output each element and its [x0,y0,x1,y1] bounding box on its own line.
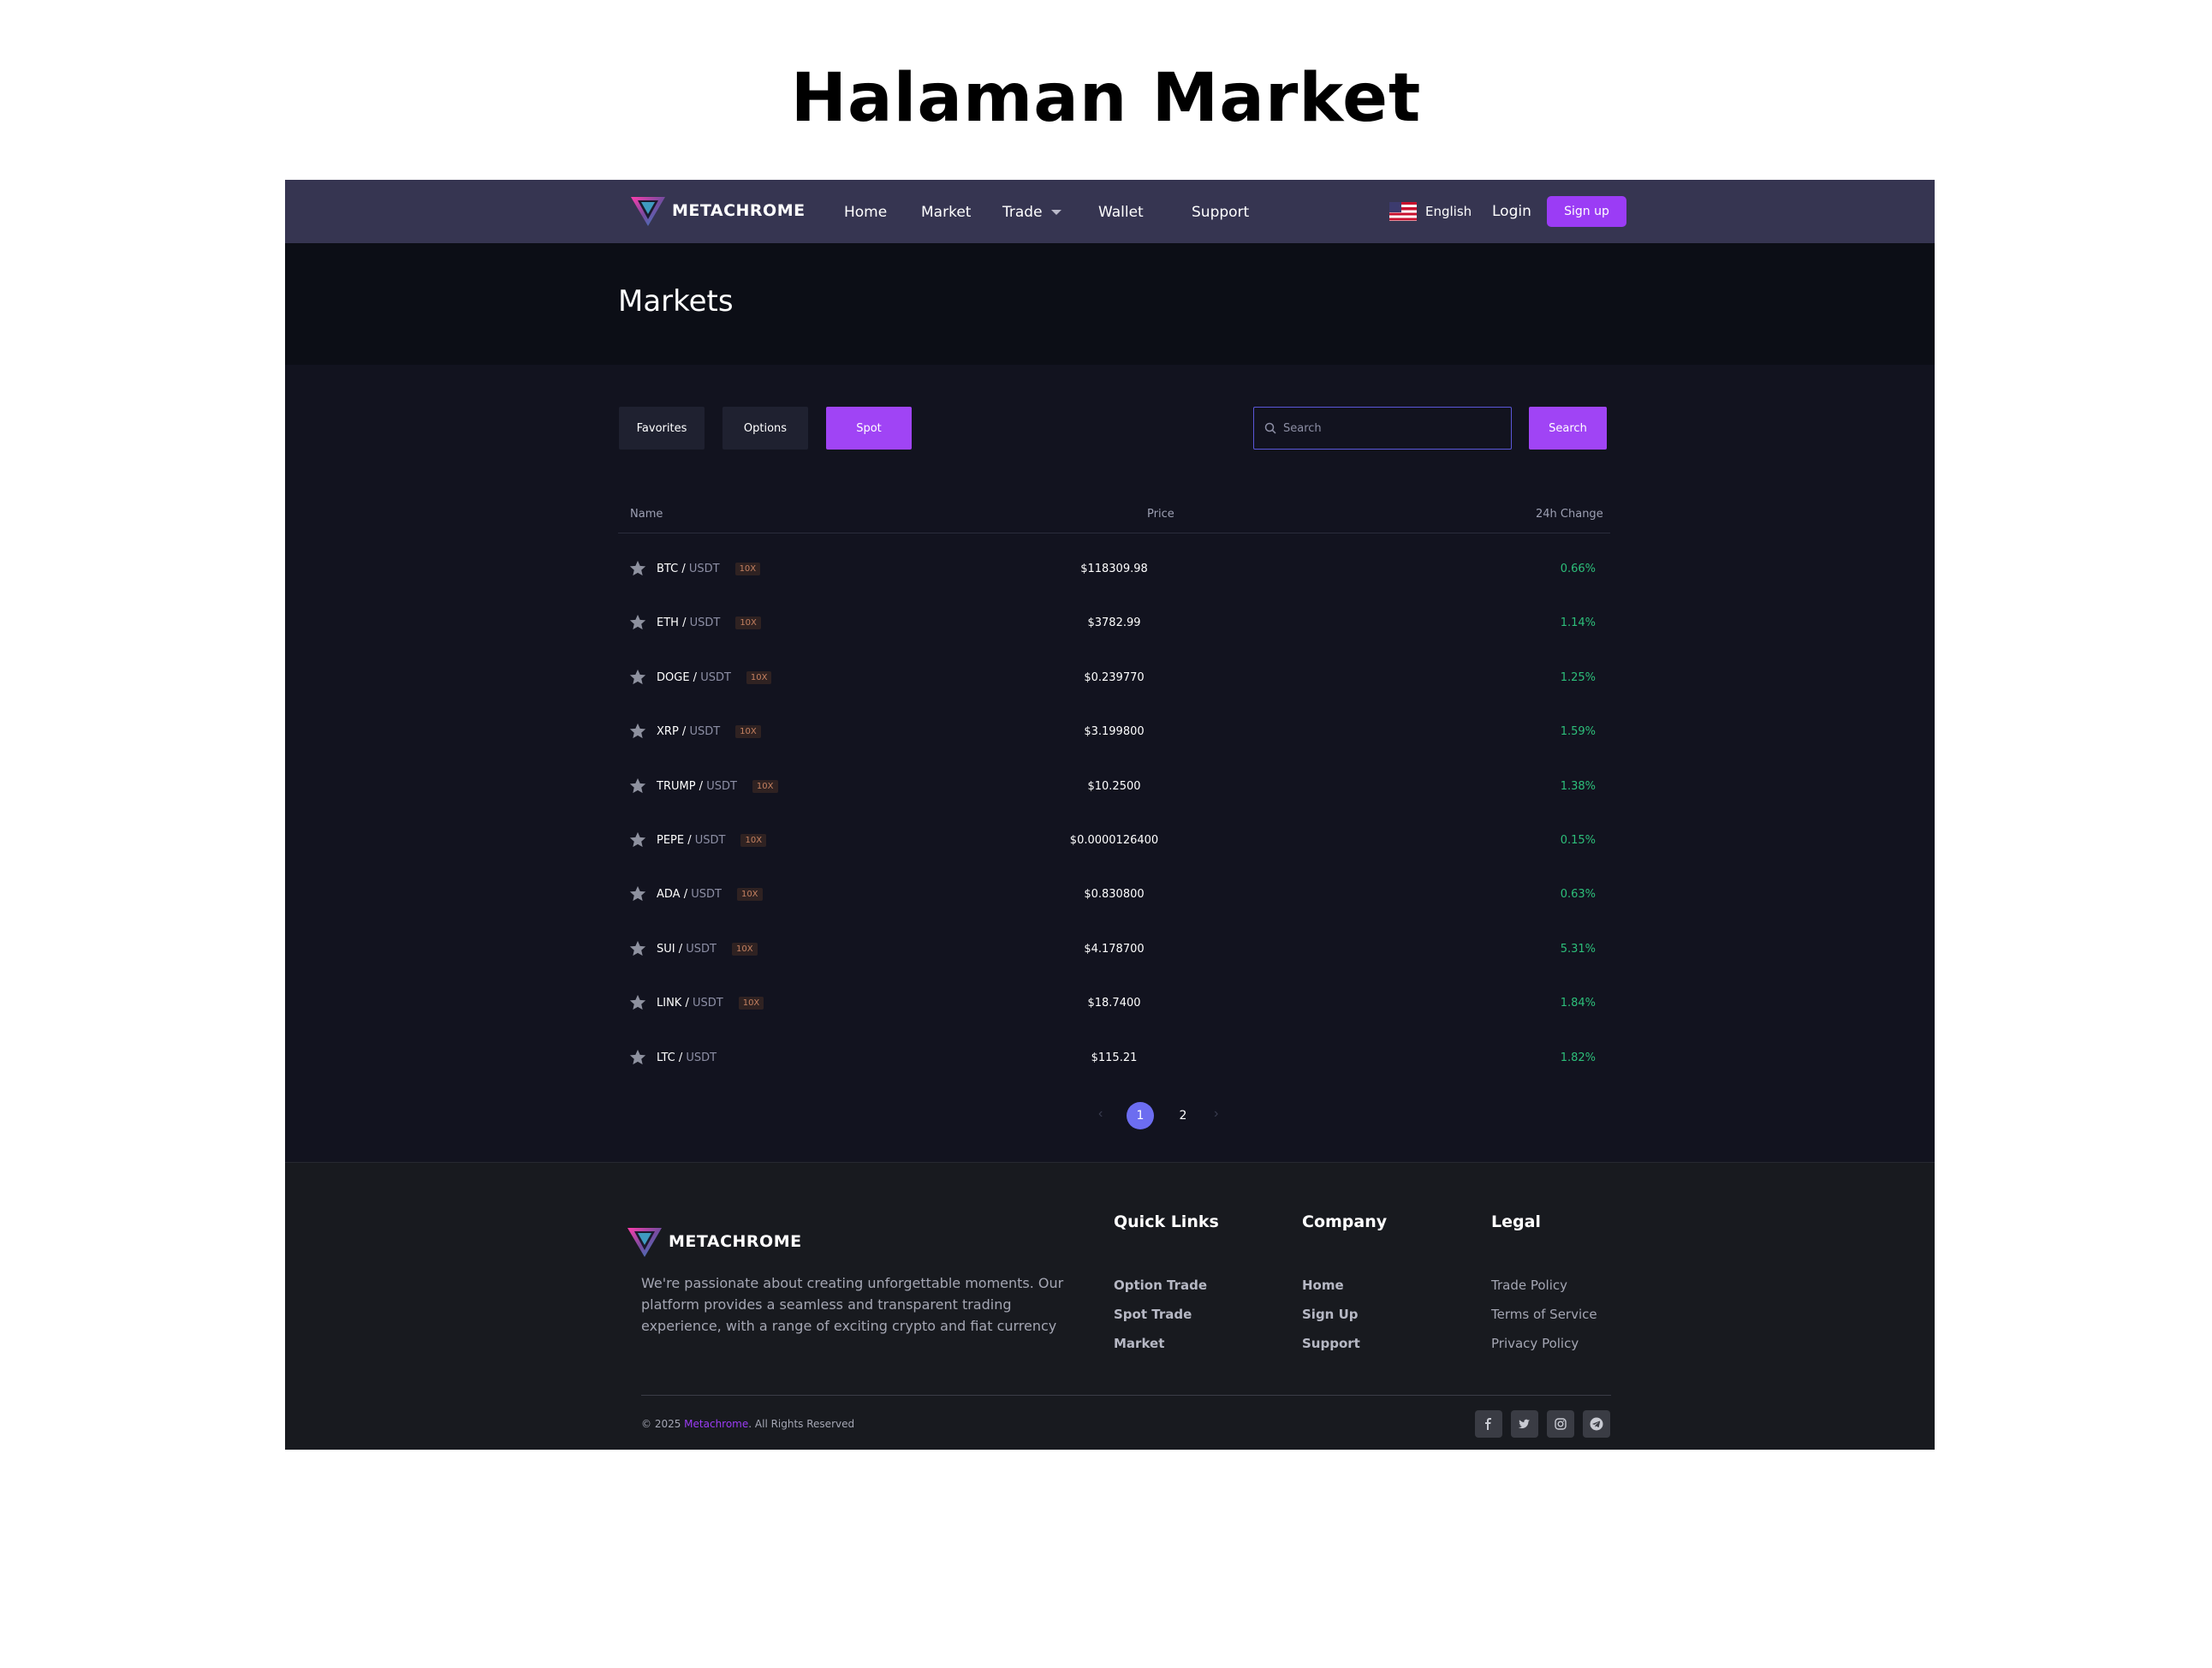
footer-brand-logo[interactable]: METACHROME [626,1224,802,1259]
table-row[interactable]: DOGE / USDT 10X $0.239770 1.25% [618,659,1610,711]
price-value: $0.830800 [1084,888,1145,902]
facebook-icon [1485,1418,1491,1430]
signup-button[interactable]: Sign up [1547,196,1626,227]
footer-heading-legal: Legal [1491,1212,1541,1231]
login-link[interactable]: Login [1492,203,1531,220]
change-value: 0.66% [1560,563,1596,575]
price-value: $3.199800 [1084,725,1145,739]
logo-icon [631,197,665,226]
change-value: 1.14% [1560,617,1596,630]
search-input[interactable] [1283,421,1506,435]
telegram-button[interactable] [1583,1410,1610,1438]
change-value: 1.84% [1560,997,1596,1010]
table-row[interactable]: LTC / USDT $115.21 1.82% [618,1040,1610,1091]
footer-link-support[interactable]: Support [1302,1336,1360,1351]
price-value: $0.239770 [1084,670,1145,684]
nav-link-wallet[interactable]: Wallet [1098,204,1144,221]
instagram-icon [1555,1418,1567,1430]
column-header-24h-change[interactable]: 24h Change [1536,508,1603,521]
change-value: 0.63% [1560,888,1596,902]
footer-link-home[interactable]: Home [1302,1278,1344,1293]
pagination-prev-icon[interactable]: ‹ [1098,1106,1103,1122]
twitter-button[interactable] [1511,1410,1538,1438]
pagination-next-icon[interactable]: › [1214,1106,1218,1122]
brand-logo[interactable]: METACHROME [629,194,806,228]
price-value: $0.0000126400 [1069,834,1159,847]
nav-link-support[interactable]: Support [1192,204,1249,221]
markets-heading: Markets [618,284,734,319]
logo-icon [627,1228,662,1257]
telegram-icon [1590,1417,1603,1431]
price-value: $115.21 [1091,1051,1138,1064]
nav-link-home[interactable]: Home [844,204,887,221]
pagination-page-1[interactable]: 1 [1127,1102,1154,1129]
footer-description: We're passionate about creating unforget… [641,1275,1064,1334]
price-value: $10.2500 [1087,779,1141,793]
footer-link-privacy-policy[interactable]: Privacy Policy [1491,1336,1579,1351]
footer-link-market[interactable]: Market [1114,1336,1164,1351]
nav-link-trade[interactable]: Trade [1002,204,1061,221]
change-value: 5.31% [1560,942,1596,956]
facebook-button[interactable] [1475,1410,1502,1438]
change-value: 0.15% [1560,834,1596,847]
table-row[interactable]: LINK / USDT 10X $18.7400 1.84% [618,985,1610,1036]
instagram-button[interactable] [1547,1410,1574,1438]
twitter-icon [1519,1419,1530,1429]
price-value: $3782.99 [1087,617,1141,630]
nav-link-trade-label: Trade [1002,204,1043,221]
copyright-brand-link[interactable]: Metachrome [684,1418,748,1430]
header-band [285,243,1935,365]
footer-link-spot-trade[interactable]: Spot Trade [1114,1307,1192,1322]
price-value: $118309.98 [1080,563,1148,575]
table-row[interactable]: BTC / USDT 10X $118309.98 0.66% [618,551,1610,602]
footer-link-option-trade[interactable]: Option Trade [1114,1278,1207,1293]
us-flag-icon [1389,202,1417,221]
change-value: 1.38% [1560,779,1596,793]
language-selector[interactable]: English [1389,202,1472,221]
table-row[interactable]: SUI / USDT 10X $4.178700 5.31% [618,931,1610,982]
column-header-name[interactable]: Name [630,508,663,521]
search-button[interactable]: Search [1529,407,1607,450]
price-value: $4.178700 [1084,942,1145,956]
language-label: English [1425,204,1472,219]
change-value: 1.59% [1560,725,1596,739]
copyright-suffix: . All Rights Reserved [748,1418,855,1430]
chevron-down-icon [1050,210,1061,215]
search-box [1253,407,1512,450]
change-value: 1.82% [1560,1051,1596,1064]
brand-name: METACHROME [672,201,806,220]
top-navbar: METACHROME Home Market Trade Wallet Supp… [285,180,1935,243]
tab-favorites[interactable]: Favorites [619,407,705,450]
footer-heading-company: Company [1302,1212,1388,1231]
page-title: Halaman Market [790,60,1422,137]
table-row[interactable]: XRP / USDT 10X $3.199800 1.59% [618,713,1610,765]
table-row[interactable]: ADA / USDT 10X $0.830800 0.63% [618,876,1610,927]
copyright-prefix: © 2025 [641,1418,685,1430]
footer-brand-name: METACHROME [669,1232,802,1251]
footer: METACHROME We're passionate about creati… [285,1162,1935,1450]
tab-options[interactable]: Options [722,407,808,450]
app-window: METACHROME Home Market Trade Wallet Supp… [285,180,1935,1450]
footer-link-sign-up[interactable]: Sign Up [1302,1307,1359,1322]
copyright-text: © 2025 Metachrome. All Rights Reserved [641,1418,854,1430]
search-icon [1264,422,1276,434]
table-row[interactable]: ETH / USDT 10X $3782.99 1.14% [618,605,1610,656]
nav-link-market[interactable]: Market [921,204,971,221]
pagination-page-2[interactable]: 2 [1169,1102,1197,1129]
footer-link-terms-of-service[interactable]: Terms of Service [1491,1307,1597,1322]
column-header-price[interactable]: Price [1147,508,1174,521]
table-row[interactable]: TRUMP / USDT 10X $10.2500 1.38% [618,768,1610,819]
table-row[interactable]: PEPE / USDT 10X $0.0000126400 0.15% [618,822,1610,873]
price-value: $18.7400 [1087,997,1141,1010]
footer-divider [641,1395,1611,1396]
tab-spot[interactable]: Spot [826,407,912,450]
change-value: 1.25% [1560,670,1596,684]
footer-heading-quick-links: Quick Links [1114,1212,1219,1231]
footer-link-trade-policy[interactable]: Trade Policy [1491,1278,1567,1293]
